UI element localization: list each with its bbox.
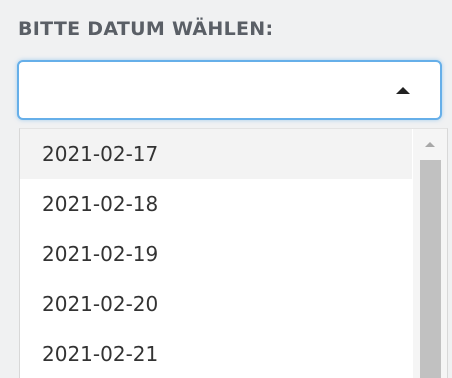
date-option-2021-02-17[interactable]: 2021-02-17 [20, 129, 412, 179]
date-option-2021-02-19[interactable]: 2021-02-19 [20, 229, 412, 279]
caret-up-icon[interactable] [396, 87, 410, 94]
date-options-list: 2021-02-17 2021-02-18 2021-02-19 2021-02… [19, 128, 448, 378]
scroll-up-arrow-icon[interactable] [425, 142, 435, 147]
date-picker-panel: BITTE DATUM WÄHLEN: 2021-02-17 2021-02-1… [0, 0, 452, 378]
date-option-2021-02-20[interactable]: 2021-02-20 [20, 279, 412, 329]
vertical-scrollbar[interactable] [413, 129, 447, 378]
date-option-2021-02-18[interactable]: 2021-02-18 [20, 179, 412, 229]
date-select-label: BITTE DATUM WÄHLEN: [18, 18, 274, 40]
scroll-thumb[interactable] [420, 160, 441, 378]
options-container: 2021-02-17 2021-02-18 2021-02-19 2021-02… [20, 129, 412, 378]
date-option-2021-02-21[interactable]: 2021-02-21 [20, 329, 412, 378]
date-select[interactable] [17, 60, 442, 120]
